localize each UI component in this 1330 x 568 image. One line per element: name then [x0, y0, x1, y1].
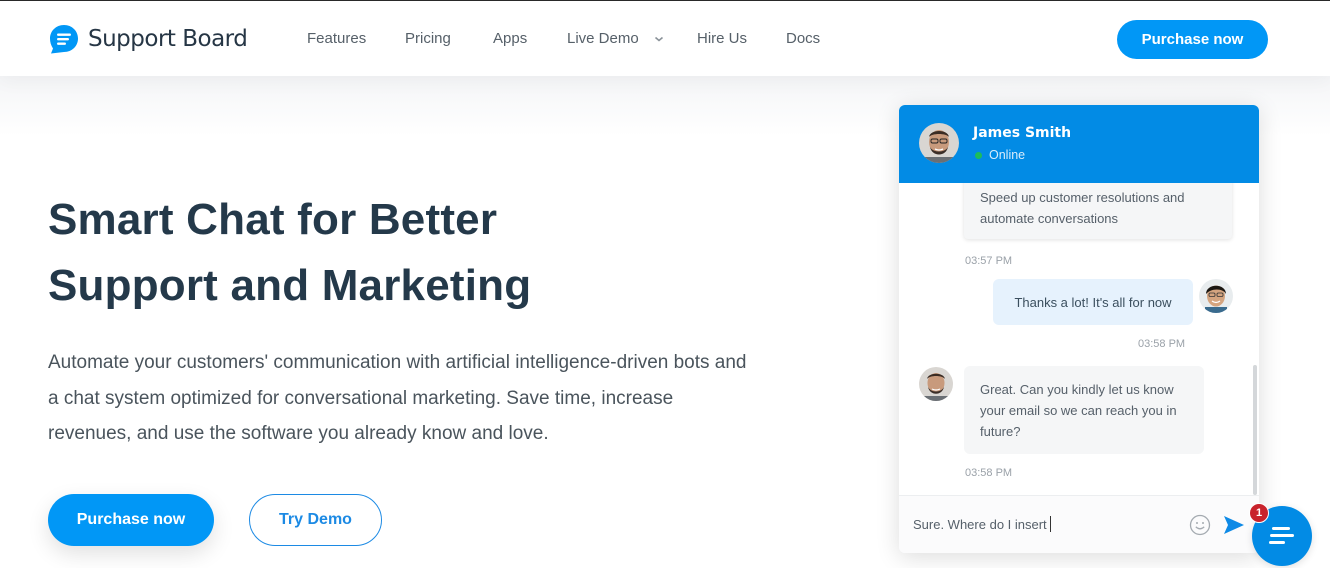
user-avatar-icon — [1199, 279, 1233, 313]
nav-live-demo[interactable]: Live Demo — [567, 30, 665, 47]
message-user: Thanks a lot! It's all for now — [993, 279, 1193, 325]
user-avatar — [1199, 279, 1233, 313]
nav-apps[interactable]: Apps — [493, 30, 527, 47]
try-demo-button[interactable]: Try Demo — [249, 494, 382, 546]
chat-lines-icon — [1269, 527, 1294, 544]
agent-avatar-small-icon — [919, 367, 953, 401]
message-time: 03:57 PM — [965, 255, 1013, 267]
hero-purchase-button[interactable]: Purchase now — [48, 494, 214, 546]
send-icon[interactable] — [1223, 515, 1245, 535]
message-agent: Great. Can you kindly let us know your e… — [964, 366, 1204, 454]
hero-description: Automate your customers' communication w… — [48, 352, 747, 444]
brand-name: Support Board — [88, 26, 248, 52]
message-time: 03:58 PM — [965, 467, 1013, 479]
hero-title-line-2: Support and Marketing — [48, 261, 532, 310]
chat-bubble-logo-icon — [50, 25, 78, 54]
chat-header: James Smith Online — [899, 105, 1259, 183]
message-input[interactable] — [913, 514, 1173, 534]
site-header: Support Board Features Pricing Apps Live… — [0, 1, 1330, 76]
smiley-icon[interactable] — [1189, 514, 1211, 536]
agent-avatar-small — [919, 367, 953, 401]
nav-features[interactable]: Features — [307, 30, 366, 47]
brand-logo[interactable]: Support Board — [48, 23, 248, 55]
nav-live-demo-label: Live Demo — [567, 30, 639, 47]
nav-pricing[interactable]: Pricing — [405, 30, 451, 47]
message-time: 03:58 PM — [1138, 338, 1186, 350]
agent-name: James Smith — [973, 125, 1072, 141]
agent-avatar — [919, 123, 959, 163]
online-status-icon — [975, 152, 982, 159]
hero-title: Smart Chat for Better Support and Market… — [48, 187, 648, 319]
chat-input-bar — [899, 495, 1259, 553]
chevron-down-icon — [654, 36, 663, 42]
text-caret — [1050, 516, 1051, 532]
nav-docs[interactable]: Docs — [786, 30, 820, 47]
hero-title-line-1: Smart Chat for Better — [48, 195, 498, 244]
agent-status: Online — [989, 148, 1026, 162]
chat-messages[interactable]: Speed up customer resolutions and automa… — [899, 173, 1259, 495]
agent-avatar-icon — [919, 123, 959, 163]
header-purchase-button[interactable]: Purchase now — [1117, 20, 1268, 59]
notification-badge: 1 — [1249, 503, 1269, 523]
chat-widget: James Smith Online Speed up customer res… — [899, 105, 1259, 553]
nav-hire-us[interactable]: Hire Us — [697, 30, 747, 47]
chat-scrollbar[interactable] — [1253, 183, 1257, 495]
chat-scrollbar-thumb[interactable] — [1253, 365, 1257, 495]
